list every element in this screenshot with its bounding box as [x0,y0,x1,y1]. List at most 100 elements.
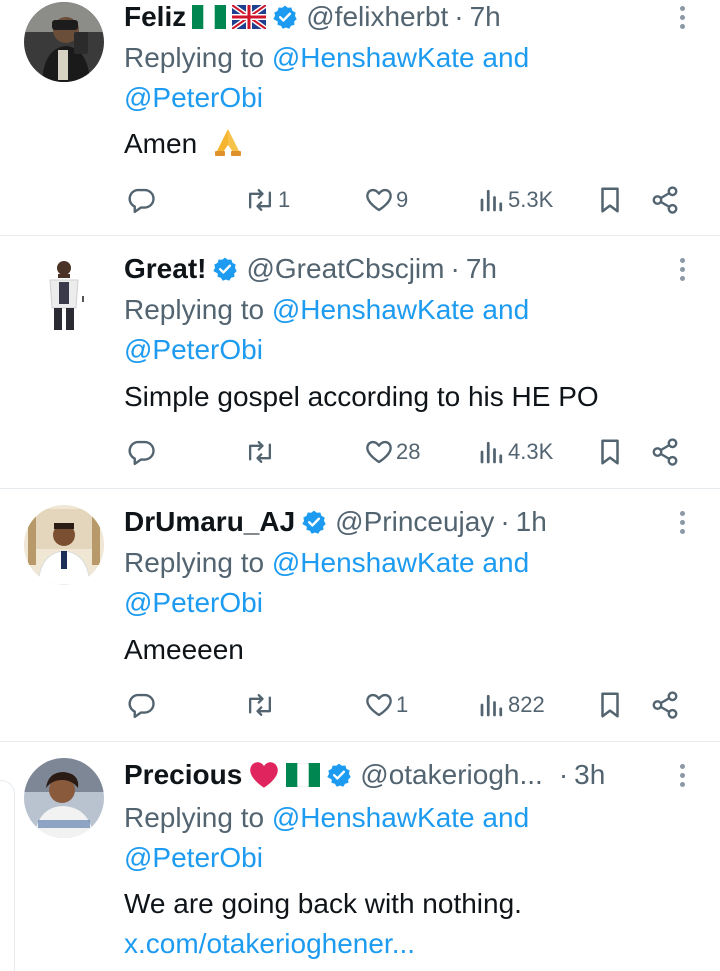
like-button[interactable]: 1 [364,685,408,725]
tweet-text: Simple gospel according to his HE PO [124,377,599,417]
heart-icon [366,693,392,717]
and-others-link[interactable]: and [475,294,529,325]
heart-icon [366,440,392,464]
replying-to-label: Replying to [124,42,272,73]
tweet-card[interactable]: DrUmaru_AJ @Princeujay · 1h Replying to … [0,489,720,742]
separator-dot: · [454,1,464,32]
user-handle[interactable]: @otakeriogh... [360,758,543,792]
repost-button[interactable] [244,685,278,725]
mention-link[interactable]: @PeterObi [124,842,263,873]
replying-to-line: Replying to @HenshawKate and [124,38,529,78]
tweet-card[interactable]: Great! @GreatCbscjim · 7h Replying to @H… [0,236,720,489]
verified-badge-icon [326,762,352,788]
uk-flag-icon [232,5,267,29]
views-button[interactable]: 5.3K [478,180,553,220]
and-others-link[interactable]: and [475,802,529,833]
reply-button[interactable] [126,180,158,220]
display-name[interactable]: DrUmaru_AJ [124,505,295,539]
share-icon [652,186,678,214]
avatar[interactable] [24,2,104,82]
bookmark-button[interactable] [596,432,624,472]
more-options-icon[interactable] [674,505,690,539]
timestamp[interactable]: 1h [516,505,547,539]
nigeria-flag-icon [192,5,227,29]
side-panel-edge [0,780,15,971]
display-name[interactable]: Feliz [124,0,186,34]
replying-to-line-2: @PeterObi [124,330,263,370]
avatar[interactable] [24,505,104,585]
share-button[interactable] [650,432,680,472]
mention-link[interactable]: @HenshawKate [272,802,475,833]
more-options-icon[interactable] [674,252,690,286]
views-icon [480,441,503,464]
verified-badge-icon [212,256,238,282]
mention-link[interactable]: @PeterObi [124,334,263,365]
replying-to-line: Replying to @HenshawKate and [124,290,529,330]
like-button[interactable]: 9 [364,180,408,220]
tweet-text: Amen [124,124,245,168]
user-handle[interactable]: @felixherbt [306,0,448,34]
tweet-link[interactable]: x.com/otakerioghener... [124,924,415,964]
repost-icon [248,693,272,717]
more-options-icon[interactable] [674,758,690,792]
tweet-header: Precious @otakeriogh... · 3h [124,758,676,792]
views-icon [480,189,503,212]
tweet-actions: 28 4.3K [0,432,720,472]
views-button[interactable]: 822 [478,685,545,725]
user-handle[interactable]: @Princeujay [335,505,494,539]
display-name[interactable]: Great! [124,252,206,286]
avatar[interactable] [24,252,104,332]
repost-count: 1 [278,187,291,212]
mention-link[interactable]: @PeterObi [124,82,263,113]
share-icon [652,691,678,719]
replying-to-line-2: @PeterObi [124,583,263,623]
tweet-card[interactable]: Precious @otakeriogh... · 3h Replying to… [0,742,720,971]
view-count: 5.3K [508,187,554,212]
repost-button[interactable]: 1 [244,180,290,220]
reply-icon [128,188,155,214]
share-icon [652,438,678,466]
user-handle[interactable]: @GreatCbscjim [246,252,444,286]
bookmark-button[interactable] [596,180,624,220]
reply-icon [128,440,155,466]
red-heart-icon [248,761,280,789]
share-button[interactable] [650,180,680,220]
mention-link[interactable]: @HenshawKate [272,42,475,73]
mention-link[interactable]: @PeterObi [124,587,263,618]
display-name[interactable]: Precious [124,758,242,792]
tweet-card[interactable]: Feliz @felixherbt · 7h Replying to @Hens… [0,0,720,236]
bookmark-icon [601,439,619,465]
bookmark-button[interactable] [596,685,624,725]
and-others-link[interactable]: and [475,547,529,578]
replying-to-line: Replying to @HenshawKate and [124,543,529,583]
repost-button[interactable] [244,432,278,472]
tweet-actions: 1 822 [0,685,720,725]
timestamp[interactable]: 7h [466,252,497,286]
like-button[interactable]: 28 [364,432,420,472]
mention-link[interactable]: @HenshawKate [272,547,475,578]
like-count: 1 [396,692,409,717]
more-options-icon[interactable] [674,0,690,34]
share-button[interactable] [650,685,680,725]
repost-icon [248,188,272,212]
avatar[interactable] [24,758,104,838]
tweet-text-content: Amen [124,128,198,159]
repost-icon [248,440,272,464]
mention-link[interactable]: @HenshawKate [272,294,475,325]
tweet-text: Ameeeen [124,630,244,670]
timestamp[interactable]: 3h [574,758,605,792]
and-others-link[interactable]: and [475,42,529,73]
reply-icon [128,693,155,719]
reply-button[interactable] [126,685,158,725]
view-count: 4.3K [508,439,554,464]
reply-button[interactable] [126,432,158,472]
timestamp[interactable]: 7h [470,0,501,34]
tweet-header: Feliz @felixherbt · 7h [124,0,676,34]
verified-badge-icon [272,4,298,30]
bookmark-icon [601,692,619,718]
tweet-text-content: We are going back with nothing. [124,888,522,919]
tweet-text: We are going back with nothing. [124,884,522,924]
replying-to-line: Replying to @HenshawKate and [124,798,529,838]
views-button[interactable]: 4.3K [478,432,553,472]
replying-to-line-2: @PeterObi [124,838,263,878]
